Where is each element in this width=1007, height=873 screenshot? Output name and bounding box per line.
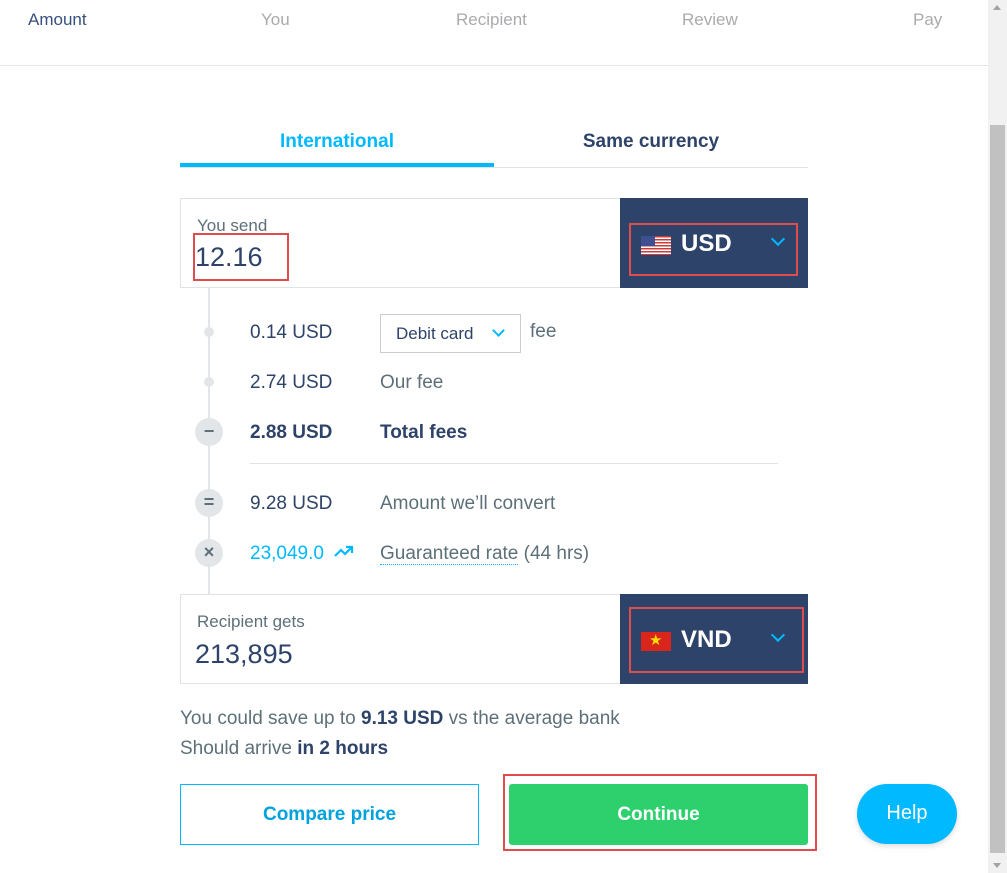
total-fees-amount: 2.88 USD [250, 422, 333, 443]
help-button[interactable]: Help [857, 784, 957, 844]
convert-amount: 9.28 USD [250, 493, 333, 514]
scroll-thumb[interactable] [990, 125, 1005, 853]
arrival-summary: Should arrive in 2 hours [180, 738, 388, 760]
payment-fee-amount: 0.14 USD [250, 322, 333, 343]
total-fees-label: Total fees [380, 422, 468, 443]
timeline-dot [204, 377, 214, 387]
us-flag-icon [641, 236, 671, 255]
payment-fee-suffix: fee [530, 321, 557, 342]
step-you[interactable]: You [261, 10, 290, 30]
multiply-icon: × [195, 539, 223, 567]
send-label: You send [197, 216, 268, 235]
trending-up-icon [334, 545, 354, 557]
our-fee-label: Our fee [380, 372, 444, 393]
transfer-page: Amount You Recipient Review Pay Internat… [0, 0, 1007, 873]
step-review[interactable]: Review [682, 10, 738, 30]
receive-currency-code: VND [681, 626, 732, 653]
savings-suffix: vs the average bank [448, 708, 620, 729]
guaranteed-rate-link[interactable]: Guaranteed rate [380, 543, 519, 565]
continue-button[interactable]: Continue [509, 784, 808, 845]
tab-same-currency[interactable]: Same currency [494, 120, 808, 168]
savings-summary: You could save up to 9.13 USD vs the ave… [180, 708, 620, 730]
step-pay[interactable]: Pay [913, 10, 942, 30]
receive-label: Recipient gets [197, 612, 305, 631]
vn-flag-icon: ★ [641, 632, 671, 651]
chevron-down-icon [492, 324, 505, 337]
rate-duration: (44 hrs) [523, 543, 590, 564]
our-fee-amount: 2.74 USD [250, 372, 333, 393]
send-currency-select[interactable]: USD [620, 198, 808, 288]
equals-icon: = [195, 489, 223, 517]
rate-description: Guaranteed rate (44 hrs) [380, 543, 589, 565]
receive-currency-select[interactable]: ★ VND [620, 594, 808, 684]
exchange-rate-value: 23,049.0 [250, 543, 324, 564]
page-scrollbar[interactable] [988, 0, 1007, 873]
fee-divider [250, 463, 778, 464]
chevron-down-icon [770, 627, 786, 643]
send-amount-box: You send 12.16 USD [180, 198, 808, 288]
send-amount-input[interactable]: 12.16 [195, 242, 263, 273]
receive-amount-input[interactable]: 213,895 [195, 639, 293, 670]
receive-amount-box: Recipient gets 213,895 ★ VND [180, 594, 808, 684]
step-recipient[interactable]: Recipient [456, 10, 527, 30]
savings-amount: 9.13 USD [361, 708, 444, 729]
payment-method-select[interactable]: Debit card [380, 314, 521, 353]
step-amount[interactable]: Amount [28, 10, 87, 30]
savings-prefix: You could save up to [180, 708, 356, 729]
scroll-down-icon[interactable] [993, 863, 1001, 868]
progress-stepper: Amount You Recipient Review Pay [0, 0, 988, 66]
tab-international[interactable]: International [180, 120, 494, 167]
timeline-dot [204, 327, 214, 337]
minus-icon: − [195, 418, 223, 446]
transfer-type-tabs: International Same currency [180, 120, 808, 168]
scroll-up-icon[interactable] [993, 5, 1001, 10]
chevron-down-icon [770, 231, 786, 247]
convert-label: Amount we’ll convert [380, 493, 556, 514]
arrival-time: in 2 hours [297, 738, 389, 759]
compare-price-button[interactable]: Compare price [180, 784, 479, 845]
payment-method-label: Debit card [396, 324, 474, 343]
arrival-prefix: Should arrive [180, 738, 292, 759]
send-currency-code: USD [681, 230, 732, 257]
